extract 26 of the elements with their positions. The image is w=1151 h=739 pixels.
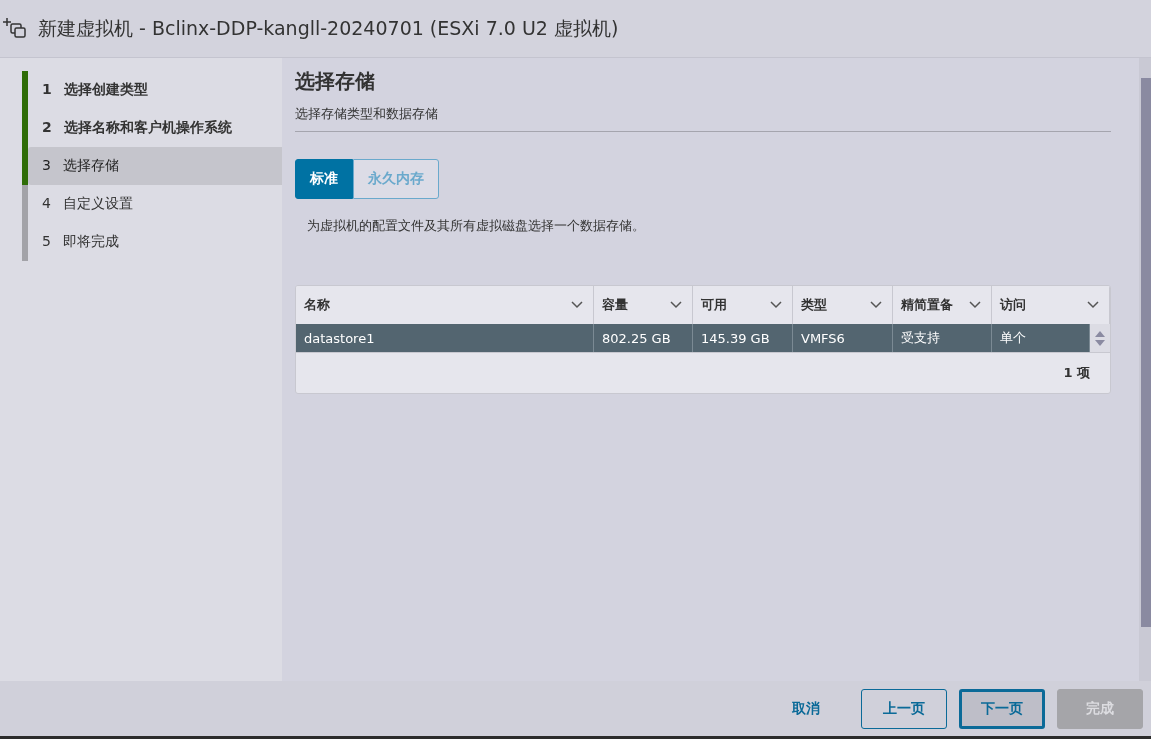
table-cell: VMFS6 [793,324,893,352]
table-row[interactable]: datastore1 802.25 GB 145.39 GB VMFS6 受支持 单个 [296,324,1090,352]
wizard-step[interactable]: 2 选择名称和客户机操作系统 [28,109,282,147]
wizard-step[interactable]: 4 自定义设置 [28,185,282,223]
chevron-down-icon[interactable] [969,301,981,309]
chevron-down-icon[interactable] [870,301,882,309]
wizard-step[interactable]: 1 选择创建类型 [28,71,282,109]
item-count: 1 项 [1063,364,1090,382]
chevron-down-icon[interactable] [571,301,583,309]
scrollbar-thumb[interactable] [1141,78,1151,627]
wizard-step[interactable]: 5 即将完成 [28,223,282,261]
chevron-down-icon[interactable] [770,301,782,309]
wizard-step[interactable]: 3 选择存储 [28,147,282,185]
wizard-button[interactable]: 取消 [763,688,849,729]
wizard-button[interactable]: 上一页 [861,688,947,729]
table-cell: 802.25 GB [594,324,693,352]
storage-type-tab[interactable]: 标准 [295,159,353,199]
table-cell: 受支持 [893,324,992,352]
description-text: 为虚拟机的配置文件及其所有虚拟磁盘选择一个数据存储。 [307,217,646,235]
page-heading: 选择存储 [295,68,376,95]
table-cell: 145.39 GB [693,324,793,352]
chevron-down-icon[interactable] [670,301,682,309]
window-title: 新建虚拟机 - Bclinx-DDP-kangll-20240701 (ESXi 7.0 U2 虚拟机) [38,15,619,41]
table-cell: datastore1 [296,324,594,352]
page-subtitle: 选择存储类型和数据存储 [295,105,1111,132]
chevron-down-icon[interactable] [1087,301,1099,309]
